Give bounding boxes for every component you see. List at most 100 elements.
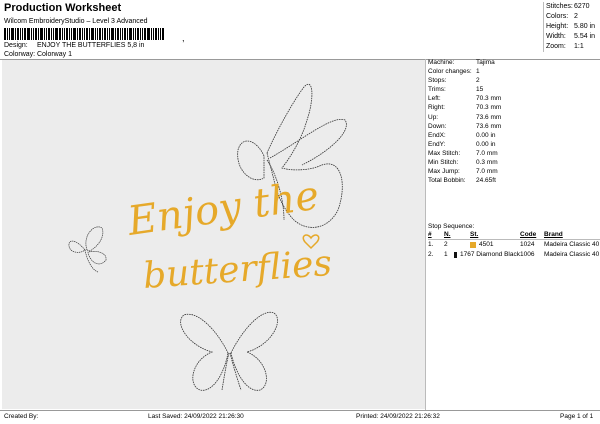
barcode-bar [48,28,50,40]
barcode-bar [17,28,19,40]
footer-created-by: Created By: [4,413,39,420]
barcode-bar [102,28,103,40]
info-row: Machine: Tajima [428,59,495,66]
barcode-bar [73,28,76,40]
stat-zoom: Zoom: 1:1 [546,43,584,50]
info-row: Right: 70.3 mm [428,104,502,112]
barcode [4,28,182,40]
stat-colors: Colors: 2 [546,13,578,20]
info-row: Stops: 2 [428,77,480,85]
info-row: EndY: 0.00 in [428,140,496,148]
barcode-bar [155,28,157,40]
barcode-bar [77,28,78,40]
barcode-bar [99,28,101,40]
barcode-bar [144,28,146,40]
barcode-bar [95,28,96,40]
barcode-bar [117,28,119,40]
barcode-bar [35,28,37,40]
barcode-tail: , [182,33,185,43]
barcode-bar [137,28,139,40]
barcode-bar [115,28,116,40]
barcode-bar [51,28,52,40]
barcode-bar [107,28,108,40]
barcode-bar [111,28,114,40]
colorway-row: Colorway: Colorway 1 [4,51,72,58]
stat-width: Width: 5.54 in [546,33,596,40]
thread-swatch [454,252,457,258]
butterfly-small [68,226,107,273]
info-row: Color changes: 1 [428,68,480,76]
barcode-bar [86,28,88,40]
barcode-bar [135,28,136,40]
barcode-bar [97,28,98,40]
info-row: Left: 70.3 mm [428,95,502,103]
divider [0,410,600,411]
design-text-line1: Enjoy the [124,173,322,245]
barcode-bar [27,28,30,40]
info-row: Max Stitch: 7.0 mm [428,149,498,157]
barcode-bar [40,28,43,40]
info-row: Up: 73.6 mm [428,113,502,121]
info-row: EndX: 0.00 in [428,131,496,139]
barcode-bar [147,28,150,40]
info-row: Down: 73.6 mm [428,122,502,130]
design-row: Design: ENJOY THE BUTTERFLIES 5,8 in [4,42,144,49]
barcode-bar [24,28,26,40]
barcode-bar [59,28,61,40]
barcode-bar [4,28,6,40]
info-row: Max Jump: 7.0 mm [428,168,498,176]
barcode-bar [11,28,14,40]
barcode-bar [15,28,16,40]
barcode-bar [55,28,58,40]
info-row: Total Bobbin: 24.65ft [428,177,496,185]
barcode-bar [153,28,154,40]
barcode-bar [33,28,34,40]
embroidery-artwork: Enjoy the butterflies [68,84,347,391]
divider [425,59,426,410]
barcode-bar [22,28,23,40]
barcode-bar [133,28,134,40]
barcode-bar [109,28,110,40]
barcode-bar [64,28,65,40]
barcode-bar [140,28,141,40]
barcode-bar [53,28,54,40]
barcode-bar [162,28,164,40]
barcode-bar [160,28,161,40]
stop-sequence-header: # N. St. Code Brand [428,230,600,240]
barcode-bar [38,28,39,40]
barcode-bar [31,28,32,40]
stat-stitches: Stitches: 6270 [546,3,590,10]
barcode-bar [79,28,81,40]
stat-height: Height: 5.80 in [546,23,596,30]
info-row: Min Stitch: 0.3 mm [428,159,498,167]
thread-swatch [470,242,476,248]
software-subtitle: Wilcom EmbroideryStudio – Level 3 Advanc… [4,18,148,25]
barcode-bar [127,28,128,40]
colorway-label: Colorway: [4,51,36,58]
barcode-bar [46,28,47,40]
design-text-line2: butterflies [142,243,333,297]
butterfly-bottom [180,311,278,391]
barcode-bar [9,28,10,40]
barcode-bar [91,28,94,40]
colorway-value: Colorway 1 [36,51,72,58]
barcode-bar [82,28,83,40]
barcode-bar [7,28,8,40]
barcode-bar [44,28,45,40]
barcode-bar [120,28,121,40]
design-label: Design: [4,42,28,49]
stats-panel: Stitches: 6270 Colors: 2 Height: 5.80 in Wi… [543,2,600,52]
barcode-bar [129,28,132,40]
barcode-bar [69,28,70,40]
barcode-bar [142,28,143,40]
barcode-bar [158,28,159,40]
stop-row: 2. 1 1767 Diamond Black 1006 Madeira Cla… [428,251,600,258]
barcode-bar [71,28,72,40]
barcode-bar [84,28,85,40]
barcode-bar [122,28,123,40]
barcode-bar [20,28,21,40]
info-panel: Machine: Tajima Color changes: 1 Stops: 2 Trim… [428,58,600,185]
barcode-bar [104,28,106,40]
stop-row: 1. 2 4501 1024 Madeira Classic 40 [428,241,600,248]
footer-page: Page 1 of 1 [560,413,594,420]
